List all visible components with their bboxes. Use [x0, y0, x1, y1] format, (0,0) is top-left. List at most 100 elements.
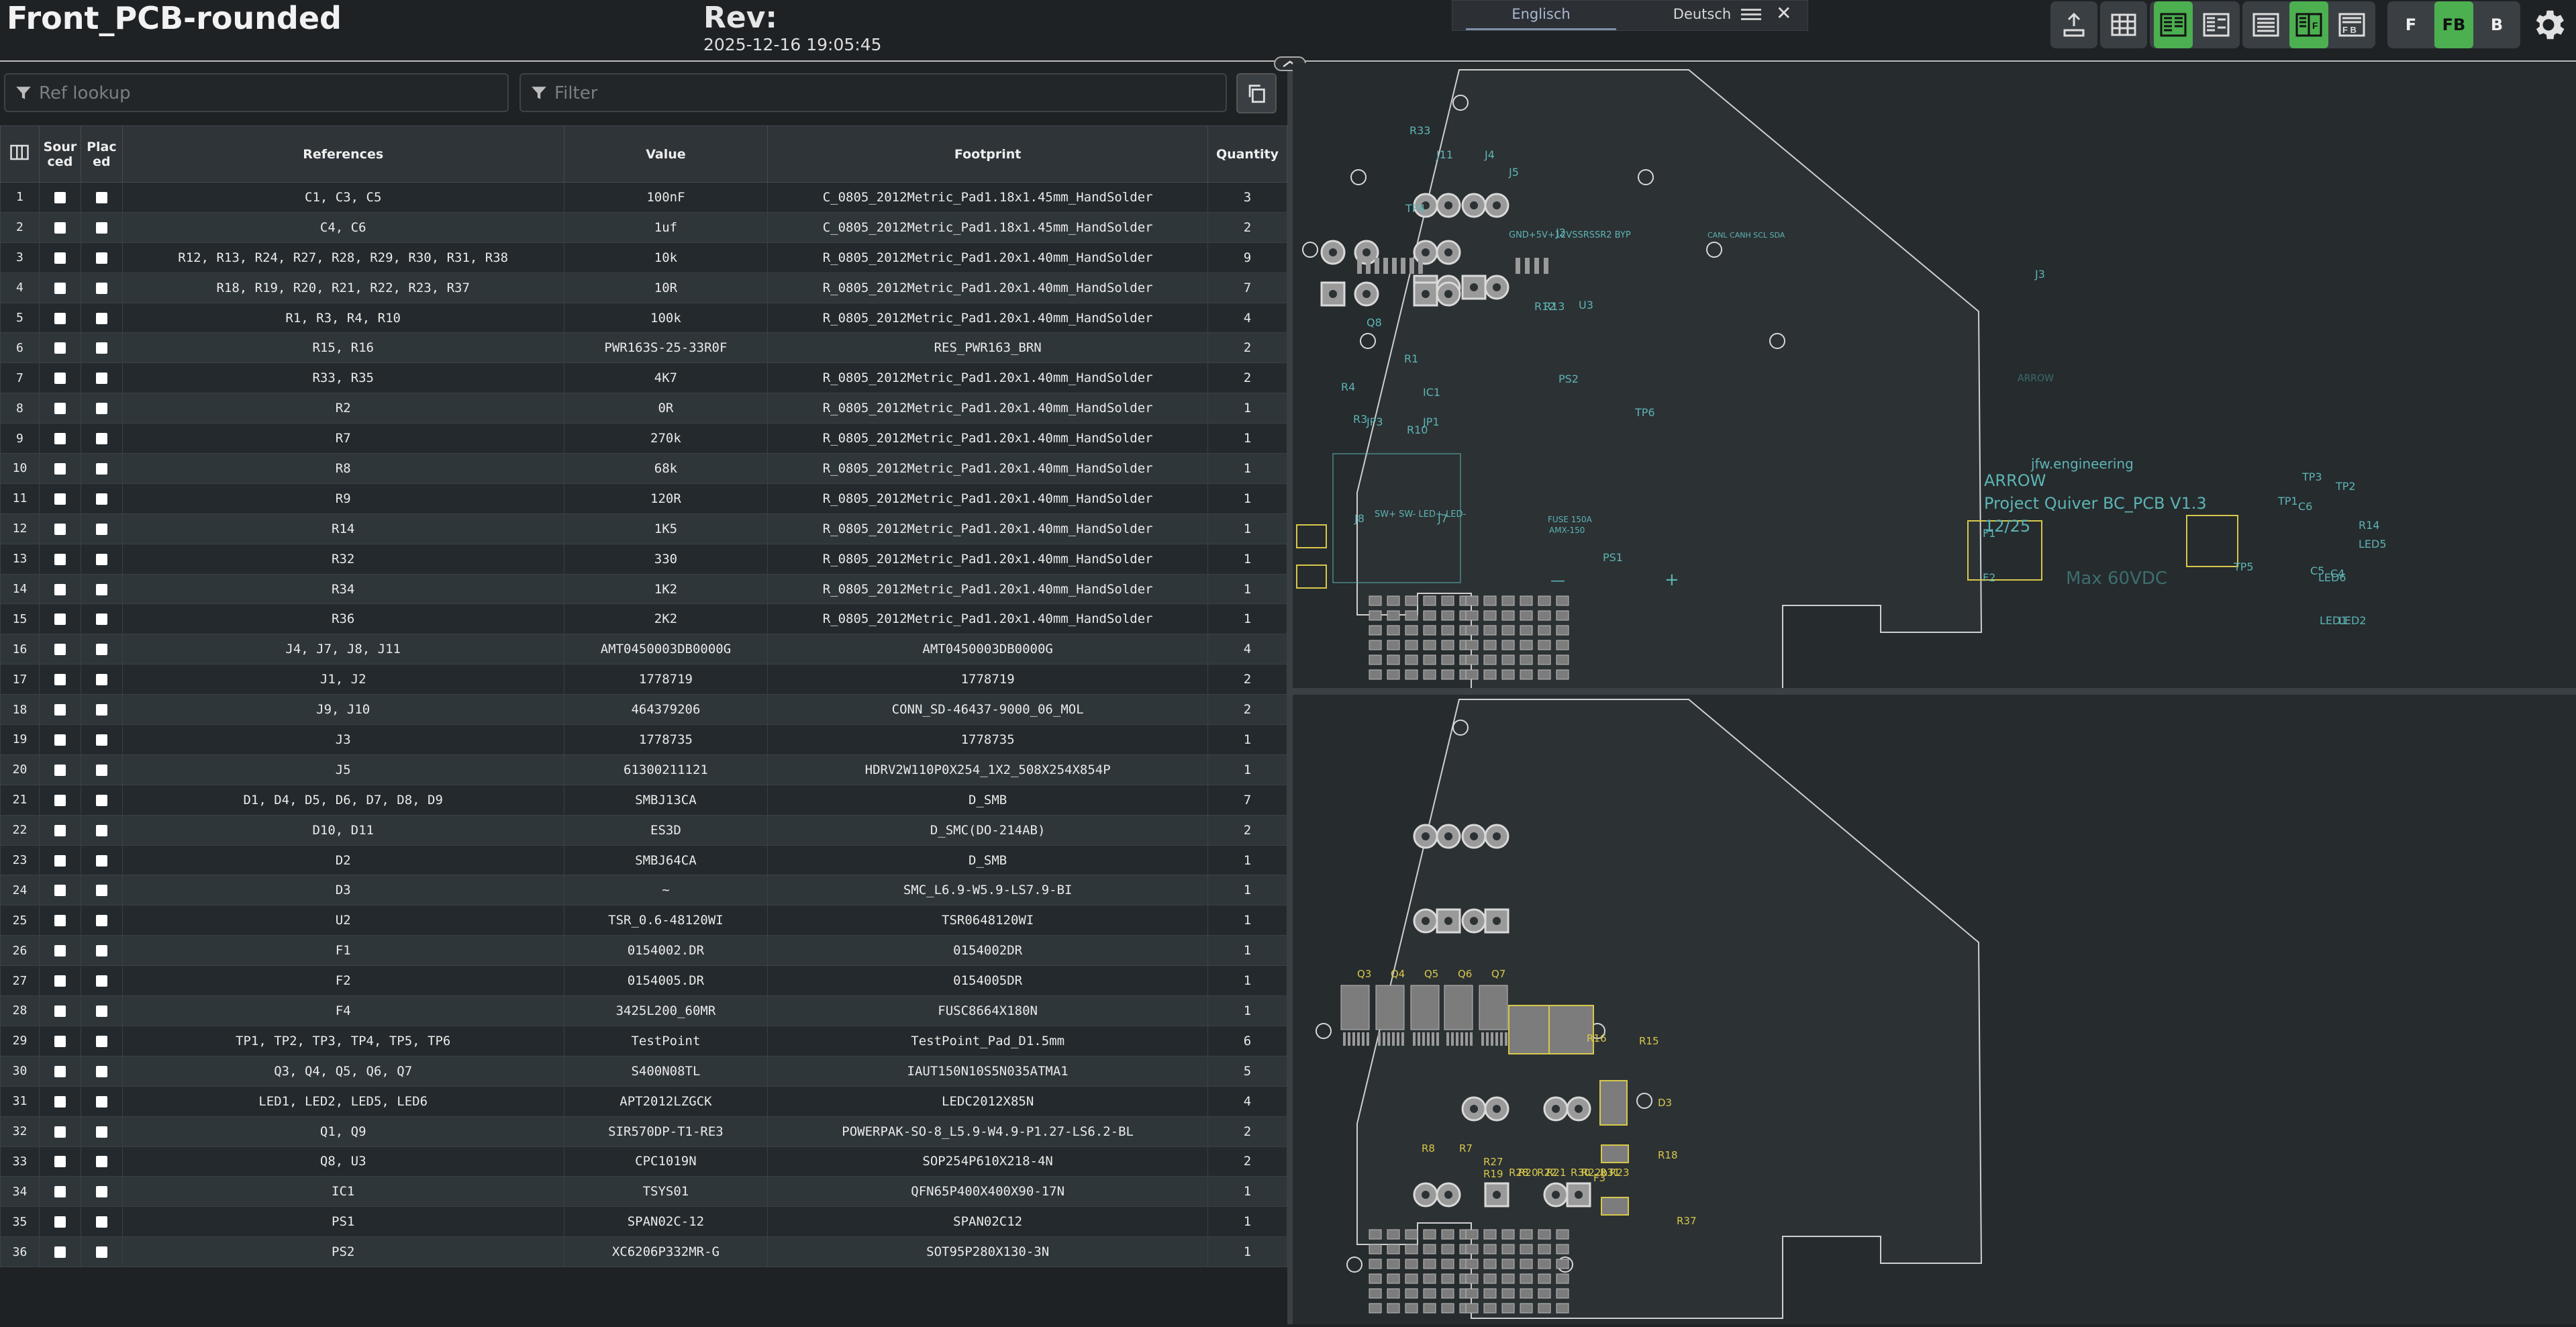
sourced-checkbox[interactable] — [54, 1005, 66, 1017]
placed-checkbox[interactable] — [95, 1095, 107, 1108]
col-quantity[interactable]: Quantity — [1207, 126, 1288, 183]
sourced-checkbox[interactable] — [54, 462, 66, 475]
horizontal-splitter[interactable] — [1293, 688, 2576, 695]
table-row[interactable]: 24 D3 ~ SMC_L6.9-W5.9-LS7.9-BI 1 — [0, 875, 1288, 906]
col-sourced[interactable]: Sour ced — [38, 126, 81, 183]
sourced-checkbox[interactable] — [54, 1035, 66, 1047]
sourced-checkbox[interactable] — [54, 553, 66, 565]
bom-top-bottom-button[interactable] — [2197, 1, 2236, 48]
ref-lookup-input[interactable] — [39, 81, 441, 105]
placed-checkbox[interactable] — [95, 613, 107, 626]
placed-checkbox[interactable] — [95, 1246, 107, 1259]
table-row[interactable]: 4 R18, R19, R20, R21, R22, R23, R37 10R R_0… — [0, 272, 1288, 303]
placed-checkbox[interactable] — [95, 1065, 107, 1077]
table-row[interactable]: 18 J9, J10 464379206 CONN_SD-46437-9000_06_… — [0, 694, 1288, 726]
sourced-checkbox[interactable] — [54, 1065, 66, 1077]
tab-english[interactable]: Englisch — [1466, 1, 1616, 30]
group-fb-alt-button[interactable]: F B — [2332, 1, 2371, 48]
sourced-checkbox[interactable] — [54, 613, 66, 626]
sourced-checkbox[interactable] — [54, 1126, 66, 1138]
sourced-checkbox[interactable] — [54, 915, 66, 927]
placed-checkbox[interactable] — [95, 885, 107, 897]
placed-checkbox[interactable] — [95, 1035, 107, 1047]
copy-button[interactable] — [1236, 73, 1277, 113]
sourced-checkbox[interactable] — [54, 282, 66, 294]
table-row[interactable]: 16 J4, J7, J8, J11 AMT0450003DB0000G AMT045… — [0, 634, 1288, 665]
table-row[interactable]: 7 R33, R35 4K7 R_0805_2012Metric_Pad1.20x1.… — [0, 362, 1288, 394]
sourced-checkbox[interactable] — [54, 975, 66, 987]
placed-checkbox[interactable] — [95, 403, 107, 415]
bom-only-button[interactable] — [2104, 1, 2143, 48]
sourced-checkbox[interactable] — [54, 945, 66, 957]
placed-checkbox[interactable] — [95, 975, 107, 987]
table-row[interactable]: 2 C4, C6 1uf C_0805_2012Metric_Pad1.18x1.45… — [0, 211, 1288, 243]
table-row[interactable]: 9 R7 270k R_0805_2012Metric_Pad1.20x1.40mm_… — [0, 423, 1288, 454]
table-row[interactable]: 15 R36 2K2 R_0805_2012Metric_Pad1.20x1.40mm… — [0, 603, 1288, 635]
vertical-splitter[interactable] — [1287, 62, 1293, 1324]
placed-checkbox[interactable] — [95, 462, 107, 475]
table-row[interactable]: 25 U2 TSR_0.6-48120WI TSR0648120WI 1 — [0, 905, 1288, 936]
placed-checkbox[interactable] — [95, 1126, 107, 1138]
table-row[interactable]: 10 R8 68k R_0805_2012Metric_Pad1.20x1.40mm_… — [0, 453, 1288, 484]
placed-checkbox[interactable] — [95, 1186, 107, 1198]
sourced-checkbox[interactable] — [54, 854, 66, 867]
placed-checkbox[interactable] — [95, 583, 107, 595]
sourced-checkbox[interactable] — [54, 493, 66, 505]
sourced-checkbox[interactable] — [54, 885, 66, 897]
sourced-checkbox[interactable] — [54, 1156, 66, 1168]
group-fb-button[interactable]: F — [2289, 1, 2328, 48]
sourced-checkbox[interactable] — [54, 403, 66, 415]
table-row[interactable]: 33 Q8, U3 CPC1019N SOP254P610X218-4N 2 — [0, 1146, 1288, 1177]
table-row[interactable]: 5 R1, R3, R4, R10 100k R_0805_2012Metric_Pa… — [0, 302, 1288, 334]
sourced-checkbox[interactable] — [54, 794, 66, 806]
placed-checkbox[interactable] — [95, 674, 107, 686]
table-row[interactable]: 13 R32 330 R_0805_2012Metric_Pad1.20x1.40mm… — [0, 543, 1288, 575]
sourced-checkbox[interactable] — [54, 252, 66, 264]
placed-checkbox[interactable] — [95, 1005, 107, 1017]
table-row[interactable]: 29 TP1, TP2, TP3, TP4, TP5, TP6 TestPoint T… — [0, 1025, 1288, 1056]
sourced-checkbox[interactable] — [54, 523, 66, 535]
settings-button[interactable] — [2529, 5, 2568, 44]
placed-checkbox[interactable] — [95, 553, 107, 565]
sourced-checkbox[interactable] — [54, 1216, 66, 1228]
placed-checkbox[interactable] — [95, 824, 107, 836]
table-row[interactable]: 21 D1, D4, D5, D6, D7, D8, D9 SMBJ13CA D_SM… — [0, 784, 1288, 816]
sourced-checkbox[interactable] — [54, 191, 66, 203]
placed-checkbox[interactable] — [95, 373, 107, 385]
table-row[interactable]: 31 LED1, LED2, LED5, LED6 APT2012LZGCK LEDC… — [0, 1085, 1288, 1117]
col-placed[interactable]: Plac ed — [80, 126, 123, 183]
table-row[interactable]: 36 PS2 XC6206P332MR-G SOT95P280X130-3N 1 — [0, 1236, 1288, 1268]
col-references[interactable]: References — [121, 126, 564, 183]
table-row[interactable]: 26 F1 0154002.DR 0154002DR 1 — [0, 935, 1288, 967]
table-row[interactable]: 30 Q3, Q4, Q5, Q6, Q7 S400N08TL IAUT150N10S… — [0, 1055, 1288, 1087]
placed-checkbox[interactable] — [95, 704, 107, 716]
layer-front-button[interactable]: F — [2391, 1, 2430, 48]
sourced-checkbox[interactable] — [54, 824, 66, 836]
sourced-checkbox[interactable] — [54, 312, 66, 324]
table-row[interactable]: 6 R15, R16 PWR163S-25-33R0F RES_PWR163_BRN 2 — [0, 332, 1288, 364]
placed-checkbox[interactable] — [95, 764, 107, 776]
sourced-checkbox[interactable] — [54, 373, 66, 385]
sourced-checkbox[interactable] — [54, 764, 66, 776]
table-row[interactable]: 11 R9 120R R_0805_2012Metric_Pad1.20x1.40mm… — [0, 483, 1288, 514]
placed-checkbox[interactable] — [95, 523, 107, 535]
col-footprint[interactable]: Footprint — [767, 126, 1208, 183]
sourced-checkbox[interactable] — [54, 583, 66, 595]
placed-checkbox[interactable] — [95, 342, 107, 354]
bom-left-right-button[interactable] — [2154, 1, 2193, 48]
placed-checkbox[interactable] — [95, 493, 107, 505]
table-row[interactable]: 8 R2 0R R_0805_2012Metric_Pad1.20x1.40mm_Ha… — [0, 393, 1288, 424]
placed-checkbox[interactable] — [95, 794, 107, 806]
placed-checkbox[interactable] — [95, 854, 107, 867]
placed-checkbox[interactable] — [95, 282, 107, 294]
table-row[interactable]: 27 F2 0154005.DR 0154005DR 1 — [0, 965, 1288, 997]
table-row[interactable]: 19 J3 1778735 1778735 1 — [0, 724, 1288, 755]
column-toggle[interactable] — [0, 126, 40, 183]
filter-input[interactable] — [554, 81, 1118, 105]
table-row[interactable]: 34 IC1 TSYS01 QFN65P400X400X90-17N 1 — [0, 1176, 1288, 1208]
table-row[interactable]: 14 R34 1K2 R_0805_2012Metric_Pad1.20x1.40mm… — [0, 573, 1288, 605]
hamburger-menu-icon[interactable] — [1741, 6, 1761, 23]
placed-checkbox[interactable] — [95, 312, 107, 324]
sourced-checkbox[interactable] — [54, 222, 66, 234]
sourced-checkbox[interactable] — [54, 1246, 66, 1259]
